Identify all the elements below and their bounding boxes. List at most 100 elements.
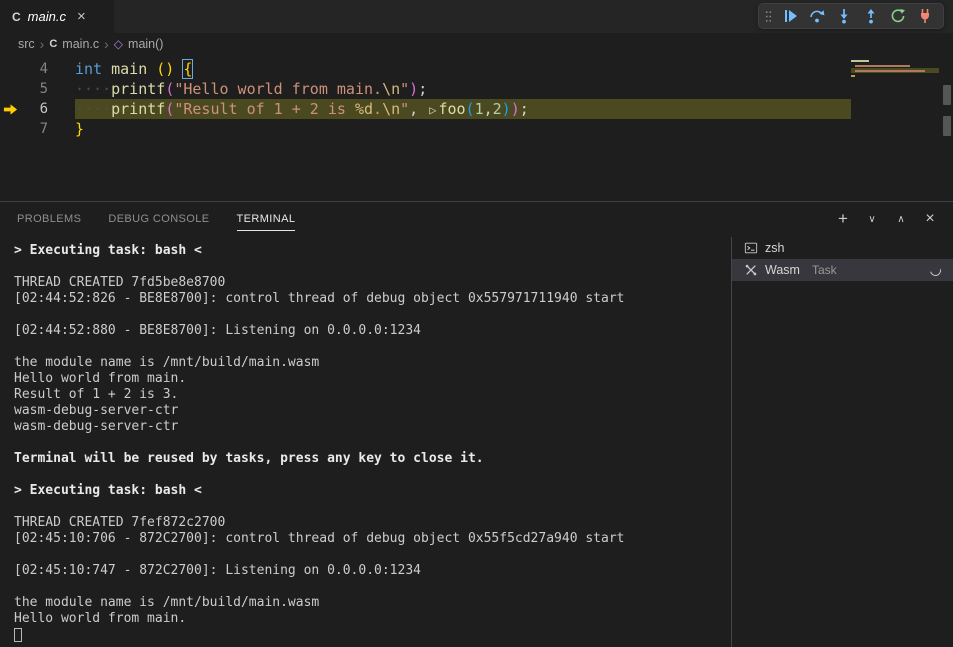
tab-label: main.c (28, 9, 66, 24)
new-terminal-icon[interactable]: + (836, 209, 850, 229)
terminal-line (14, 307, 731, 323)
code-token: \n (382, 80, 400, 98)
minimap[interactable] (851, 58, 939, 78)
minimap-bar (855, 70, 925, 72)
c-file-icon: C (49, 38, 57, 50)
editor-lines: 4int main () {5 ····printf("Hello world f… (0, 55, 953, 139)
terminal-line: Terminal will be reused by tasks, press … (14, 451, 731, 467)
bottom-panel: PROBLEMS DEBUG CONSOLE TERMINAL + ∨ ∧ × > Exe… (0, 201, 953, 647)
terminal-label: zsh (765, 241, 784, 255)
code-token: 2 (493, 100, 502, 118)
code-token: ) (409, 80, 418, 98)
code-token: "Result of 1 + 2 is (174, 100, 355, 118)
panel-tab-problems[interactable]: PROBLEMS (17, 213, 81, 231)
terminal-line: THREAD CREATED 7fd5be8e8700 (14, 275, 731, 291)
terminal-list-item-wasm[interactable]: Wasm Task (732, 259, 953, 281)
close-panel-icon[interactable]: × (923, 210, 937, 228)
terminal-line (14, 467, 731, 483)
breadcrumb-separator: › (104, 36, 109, 52)
code-token (147, 60, 156, 78)
continue-button[interactable] (778, 5, 802, 27)
code-token: printf (111, 100, 165, 118)
code-editor[interactable]: 4int main () {5 ····printf("Hello world f… (0, 55, 953, 201)
terminal-task-suffix: Task (812, 263, 837, 277)
terminal-line: the module name is /mnt/build/main.wasm (14, 355, 731, 371)
code-token: 1 (475, 100, 484, 118)
terminal-list-item-zsh[interactable]: zsh (732, 237, 953, 259)
code-token: ···· (75, 100, 111, 118)
code-token: printf (111, 80, 165, 98)
tab-main-c[interactable]: C main.c × (0, 0, 114, 33)
code-token: ···· (75, 80, 111, 98)
restart-button[interactable] (886, 5, 910, 27)
line-content: } (75, 119, 851, 139)
step-target-icon: ▷ (427, 103, 438, 117)
panel-tabs: PROBLEMS DEBUG CONSOLE TERMINAL (0, 208, 295, 231)
breadcrumb-item-src[interactable]: src (18, 37, 35, 51)
breadcrumb-item-main[interactable]: main() (128, 37, 163, 51)
terminal-label: Wasm (765, 263, 800, 277)
editor-line: 6····printf("Result of 1 + 2 is %d.\n", … (0, 99, 953, 119)
line-number: 5 (0, 79, 48, 99)
code-token: "Hello world from main. (174, 80, 382, 98)
terminal-line: [02:45:10:747 - 872C2700]: Listening on … (14, 563, 731, 579)
code-token: { (183, 60, 192, 78)
terminal-list: zsh Wasm Task (731, 237, 953, 647)
toolbar-grip-icon[interactable] (765, 9, 772, 24)
terminal-line: THREAD CREATED 7fef872c2700 (14, 515, 731, 531)
minimap-bar (855, 65, 910, 67)
debug-current-line-arrow-icon (3, 102, 18, 117)
debug-buttons (778, 5, 937, 27)
terminal-line (14, 579, 731, 595)
step-over-button[interactable] (805, 5, 829, 27)
code-token: () (156, 60, 174, 78)
code-token: ; (520, 100, 529, 118)
code-token: ) (502, 100, 511, 118)
breadcrumb: src › Cmain.c › ◇ main() (0, 33, 953, 55)
terminal-line: > Executing task: bash < (14, 483, 731, 499)
code-token (102, 60, 111, 78)
panel-tab-terminal[interactable]: TERMINAL (237, 213, 296, 231)
terminal-output[interactable]: > Executing task: bash < THREAD CREATED … (0, 237, 731, 647)
terminal-line: wasm-debug-server-ctr (14, 419, 731, 435)
disconnect-button[interactable] (913, 5, 937, 27)
editor-line: 7} (0, 119, 953, 139)
minimap-bar (851, 60, 869, 62)
editor-scrollbar[interactable] (940, 55, 953, 201)
tools-icon (744, 263, 758, 277)
terminal-line (14, 547, 731, 563)
terminal-dropdown-icon[interactable]: ∨ (865, 214, 879, 225)
terminal-line: wasm-debug-server-ctr (14, 403, 731, 419)
ruler-mark (943, 116, 951, 136)
code-token: foo (438, 100, 465, 118)
step-out-button[interactable] (859, 5, 883, 27)
terminal-line (14, 339, 731, 355)
code-token: , (409, 100, 427, 118)
maximize-panel-icon[interactable]: ∧ (894, 214, 908, 225)
code-token: ; (418, 80, 427, 98)
code-token: ) (511, 100, 520, 118)
minimap-line (851, 73, 939, 78)
code-token: main (111, 60, 147, 78)
terminal-line: Hello world from main. (14, 371, 731, 387)
step-into-button[interactable] (832, 5, 856, 27)
code-token: . (373, 100, 382, 118)
editor-line: 5 ····printf("Hello world from main.\n"); (0, 79, 953, 99)
tab-close-icon[interactable]: × (77, 9, 86, 24)
code-token: %d (355, 100, 373, 118)
code-token: ( (165, 80, 174, 98)
terminal-cursor-line (14, 627, 731, 643)
code-token: } (75, 120, 84, 138)
breadcrumb-item-mainc[interactable]: main.c (62, 37, 99, 51)
terminal-line: the module name is /mnt/build/main.wasm (14, 595, 731, 611)
code-token: ( (165, 100, 174, 118)
symbol-method-icon: ◇ (114, 37, 123, 51)
c-file-icon: C (12, 10, 21, 24)
loading-spinner-icon (928, 262, 943, 277)
breadcrumb-separator: › (40, 36, 45, 52)
line-content: ····printf("Result of 1 + 2 is %d.\n", ▷… (75, 99, 851, 119)
panel-tab-debug-console[interactable]: DEBUG CONSOLE (108, 213, 209, 231)
code-token: " (400, 100, 409, 118)
code-token: " (400, 80, 409, 98)
editor-line: 4int main () { (0, 59, 953, 79)
